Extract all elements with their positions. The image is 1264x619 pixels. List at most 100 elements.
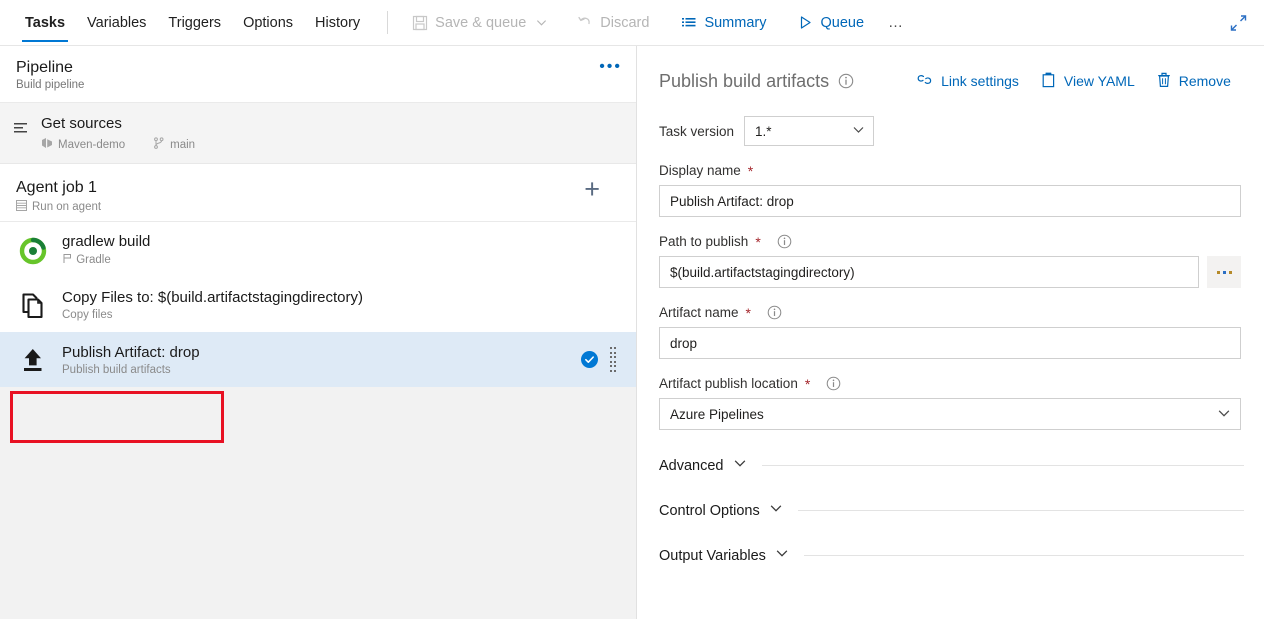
agent-job-row[interactable]: Agent job 1 Run on agent + [0, 164, 636, 222]
section-output-variables-label: Output Variables [659, 548, 766, 564]
section-advanced[interactable]: Advanced [659, 456, 1244, 475]
artifact-publish-location-label: Artifact publish location [659, 376, 798, 391]
artifact-publish-location-value: Azure Pipelines [670, 407, 764, 422]
section-output-variables[interactable]: Output Variables [659, 546, 1244, 565]
task-text: Publish Artifact: drop Publish build art… [62, 344, 569, 376]
pipeline-overflow-button[interactable]: ••• [599, 62, 622, 72]
dot-2 [1223, 271, 1226, 274]
field-label: Artifact publish location * [659, 376, 1244, 391]
task-info-icon[interactable] [838, 73, 854, 89]
artifact-publish-location-select[interactable]: Azure Pipelines [659, 398, 1241, 430]
path-to-publish-input[interactable] [659, 256, 1199, 288]
section-divider [798, 510, 1244, 511]
section-divider [804, 555, 1244, 556]
chevron-down-icon [775, 546, 789, 565]
task-row-publish-artifact[interactable]: Publish Artifact: drop Publish build art… [0, 332, 636, 387]
task-drag-handle[interactable] [610, 347, 617, 372]
summary-button[interactable]: Summary [671, 11, 776, 35]
task-subtitle: Gradle [76, 254, 111, 266]
dot-1 [1217, 271, 1220, 274]
chevron-down-icon [769, 501, 783, 520]
task-text: Copy Files to: $(build.artifactstagingdi… [62, 289, 622, 321]
field-artifact-name: Artifact name * [659, 305, 1244, 359]
save-icon [412, 15, 428, 31]
task-details-header: Publish build artifacts [659, 66, 1244, 96]
add-task-label: + [584, 174, 600, 204]
toolbar-overflow-label: … [888, 14, 905, 31]
path-to-publish-info-icon[interactable] [777, 234, 792, 249]
field-path-to-publish: Path to publish * [659, 234, 1244, 288]
undo-icon [577, 15, 593, 31]
task-title: gradlew build [62, 233, 622, 251]
artifact-publish-location-info-icon[interactable] [826, 376, 841, 391]
discard-button[interactable]: Discard [567, 11, 659, 35]
azure-pipelines-task-editor: Tasks Variables Triggers Options History [0, 0, 1264, 619]
tab-history[interactable]: History [304, 0, 371, 45]
dot-3 [1229, 271, 1232, 274]
display-name-input[interactable] [659, 185, 1241, 217]
editor-body: Pipeline Build pipeline ••• [0, 46, 1264, 619]
field-label: Display name * [659, 163, 1244, 178]
task-header-actions: Link settings View YAML [916, 72, 1231, 91]
view-yaml-label: View YAML [1064, 73, 1135, 89]
task-version-value: 1.* [755, 124, 772, 139]
agent-job-meta: Run on agent [16, 200, 101, 214]
path-browse-button[interactable] [1207, 256, 1241, 288]
link-settings-label: Link settings [941, 73, 1019, 89]
tab-options[interactable]: Options [232, 0, 304, 45]
toolbar-actions: Save & queue Discard [402, 0, 917, 45]
trash-icon [1157, 72, 1171, 91]
chevron-down-icon [852, 123, 865, 139]
pipeline-header[interactable]: Pipeline Build pipeline ••• [0, 46, 636, 103]
task-details-title: Publish build artifacts [659, 71, 829, 92]
task-row-gradlew-build[interactable]: gradlew build Gradle [0, 222, 636, 277]
artifact-name-info-icon[interactable] [767, 305, 782, 320]
pipeline-subtitle: Build pipeline [16, 79, 84, 91]
queue-button[interactable]: Queue [788, 11, 874, 35]
section-control-options-label: Control Options [659, 503, 760, 519]
artifact-name-input[interactable] [659, 327, 1241, 359]
save-and-queue-button[interactable]: Save & queue [402, 11, 557, 35]
summary-label: Summary [704, 15, 766, 31]
link-settings-button[interactable]: Link settings [916, 72, 1019, 90]
path-to-publish-label: Path to publish [659, 234, 748, 249]
play-triangle-icon [798, 15, 813, 30]
task-text: gradlew build Gradle [62, 233, 622, 266]
azure-repos-icon [41, 137, 53, 152]
copy-files-icon [16, 291, 50, 319]
tab-triggers[interactable]: Triggers [157, 0, 232, 45]
field-artifact-publish-location: Artifact publish location * Azure Pipeli… [659, 376, 1244, 430]
task-title: Copy Files to: $(build.artifactstagingdi… [62, 289, 622, 307]
section-advanced-label: Advanced [659, 458, 724, 474]
branch-info: main [153, 137, 195, 152]
section-divider [762, 465, 1245, 466]
get-sources-icon [14, 121, 31, 141]
artifact-name-label: Artifact name [659, 305, 739, 320]
tab-tasks[interactable]: Tasks [14, 0, 76, 45]
remove-task-button[interactable]: Remove [1157, 72, 1231, 91]
task-subtitle: Publish build artifacts [62, 364, 569, 376]
task-version-select[interactable]: 1.* [744, 116, 874, 146]
task-row-indicators [581, 347, 623, 372]
tab-options-label: Options [243, 15, 293, 31]
chevron-down-icon [536, 17, 547, 28]
view-yaml-button[interactable]: View YAML [1041, 72, 1135, 91]
toolbar-overflow-button[interactable]: … [876, 10, 917, 35]
get-sources-row[interactable]: Get sources Maven-demo [0, 103, 636, 164]
field-label: Artifact name * [659, 305, 1244, 320]
repo-name: Maven-demo [58, 139, 125, 151]
required-asterisk: * [748, 166, 753, 176]
top-toolbar: Tasks Variables Triggers Options History [0, 0, 1264, 46]
pipeline-title: Pipeline [16, 58, 84, 77]
discard-label: Discard [600, 15, 649, 31]
agent-icon [16, 200, 27, 214]
tab-variables[interactable]: Variables [76, 0, 157, 45]
section-control-options[interactable]: Control Options [659, 501, 1244, 520]
task-row-copy-files[interactable]: Copy Files to: $(build.artifactstagingdi… [0, 277, 636, 332]
get-sources-meta: Maven-demo main [41, 137, 195, 152]
expand-view-button[interactable] [1229, 13, 1248, 32]
expand-diagonal-icon [1229, 13, 1248, 32]
add-task-button[interactable]: + [584, 178, 600, 200]
task-version-label: Task version [659, 124, 734, 139]
required-asterisk: * [805, 379, 810, 389]
